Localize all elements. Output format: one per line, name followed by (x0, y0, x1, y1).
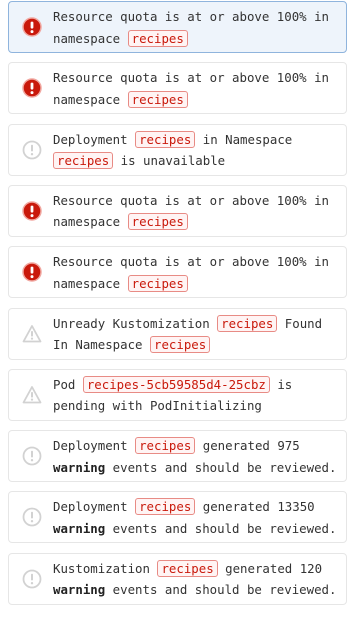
alert-message: Deployment recipes generated 13350 warni… (53, 496, 343, 539)
exclamation-circle-icon (22, 17, 42, 37)
alert-card-info[interactable]: Deployment recipes in Namespace recipes … (8, 123, 347, 176)
exclamation-circle-outline-icon (22, 446, 42, 466)
message-text: events and should be reviewed. (105, 520, 337, 536)
warning-triangle-icon (22, 385, 42, 405)
alert-card-critical[interactable]: Resource quota is at or above 100% in na… (8, 1, 347, 53)
alert-message: Deployment recipes in Namespace recipes … (53, 129, 343, 172)
resource-tag[interactable]: recipes (127, 274, 188, 292)
message-text: generated 975 (195, 438, 300, 454)
resource-tag[interactable]: recipes (53, 152, 114, 170)
alert-card-warning[interactable]: Unready Kustomization recipes Found In N… (8, 307, 347, 360)
warning-keyword: warning (53, 582, 106, 598)
message-text: Resource quota is at or above 100% in na… (53, 9, 330, 46)
message-text: events and should be reviewed. (105, 582, 337, 598)
message-text: Unready Kustomization (53, 315, 218, 331)
exclamation-circle-icon (22, 201, 42, 221)
resource-tag[interactable]: recipes (157, 559, 218, 577)
alert-card-info[interactable]: Deployment recipes generated 13350 warni… (8, 491, 347, 544)
exclamation-circle-icon (22, 262, 42, 282)
resource-tag[interactable]: recipes (127, 213, 188, 231)
alert-card-critical[interactable]: Resource quota is at or above 100% in na… (8, 62, 347, 115)
alert-message: Pod recipes-5cb59585d4-25cbz is pending … (53, 374, 343, 417)
message-text: Deployment (53, 131, 136, 147)
resource-tag[interactable]: recipes (217, 314, 278, 332)
message-text: Resource quota is at or above 100% in na… (53, 70, 330, 107)
message-text: events and should be reviewed. (105, 459, 337, 475)
resource-tag[interactable]: recipes (149, 336, 211, 353)
resource-tag[interactable]: recipes (135, 437, 196, 455)
alert-card-critical[interactable]: Resource quota is at or above 100% in na… (8, 184, 347, 237)
message-text: in Namespace (195, 131, 293, 147)
alert-message: Resource quota is at or above 100% in na… (53, 6, 343, 49)
resource-tag[interactable]: recipes (135, 130, 196, 148)
alert-message: Kustomization recipes generated 120 warn… (53, 558, 343, 601)
alert-message: Unready Kustomization recipes Found In N… (53, 313, 343, 356)
alert-card-critical[interactable]: Resource quota is at or above 100% in na… (8, 246, 347, 299)
alert-message: Resource quota is at or above 100% in na… (53, 190, 343, 233)
warning-triangle-icon (22, 324, 42, 344)
warning-keyword: warning (53, 520, 106, 536)
resource-tag[interactable]: recipes-5cb59585d4-25cbz (82, 375, 270, 393)
alert-card-info[interactable]: Deployment recipes generated 975 warning… (8, 430, 347, 483)
alert-message: Resource quota is at or above 100% in na… (53, 251, 343, 294)
message-text: generated 120 (217, 560, 323, 576)
exclamation-circle-outline-icon (22, 569, 42, 589)
exclamation-circle-icon (22, 78, 42, 99)
exclamation-circle-outline-icon (22, 507, 42, 527)
message-text: Resource quota is at or above 100% in na… (53, 254, 330, 291)
message-text: Resource quota is at or above 100% in na… (53, 192, 330, 230)
resource-tag[interactable]: recipes (127, 90, 188, 108)
message-text: Kustomization (53, 560, 158, 576)
exclamation-circle-outline-icon (22, 140, 42, 160)
message-text: Deployment (53, 438, 136, 454)
message-text: generated 13350 (195, 499, 315, 515)
alert-message: Deployment recipes generated 975 warning… (53, 435, 343, 478)
resource-tag[interactable]: recipes (127, 29, 188, 47)
message-text: Deployment (53, 499, 136, 515)
warning-keyword: warning (53, 459, 106, 475)
alert-card-warning[interactable]: Pod recipes-5cb59585d4-25cbz is pending … (8, 368, 347, 421)
resource-tag[interactable]: recipes (135, 498, 196, 516)
message-text: is unavailable (113, 153, 226, 169)
message-text: Pod (53, 376, 83, 392)
alert-card-info[interactable]: Kustomization recipes generated 120 warn… (8, 552, 347, 605)
alert-message: Resource quota is at or above 100% in na… (53, 67, 343, 110)
